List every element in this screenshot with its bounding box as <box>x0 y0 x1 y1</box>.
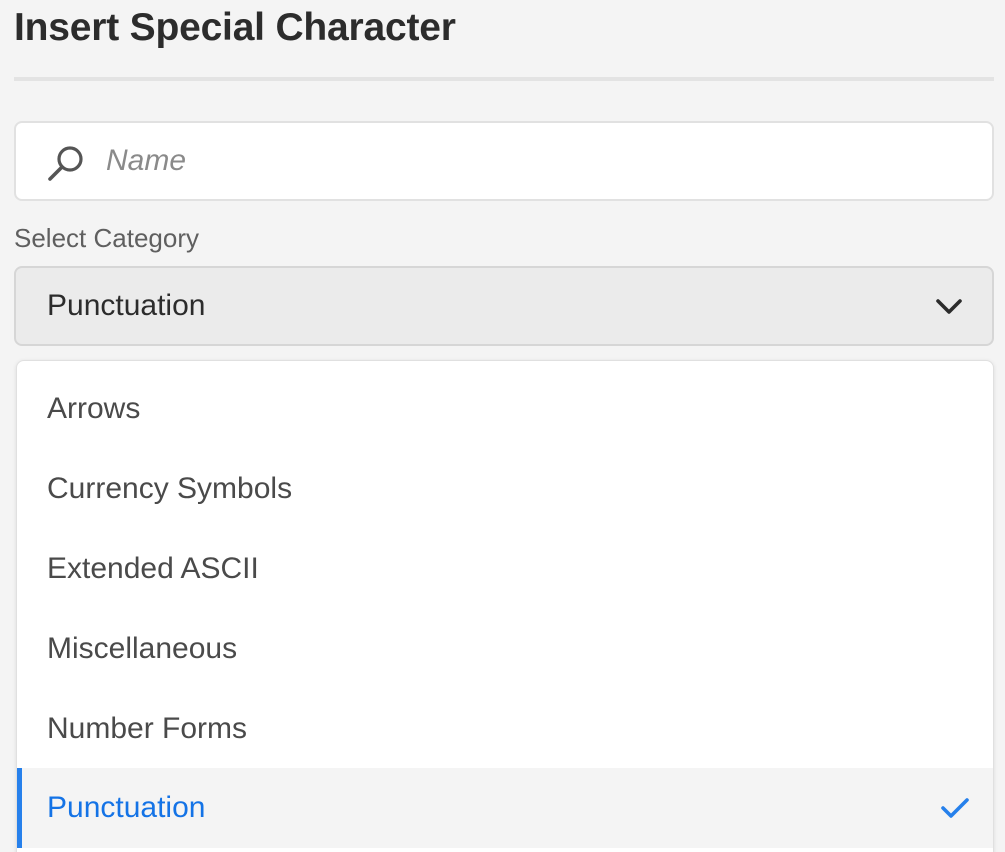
search-icon <box>48 146 83 181</box>
search-field[interactable] <box>14 121 994 201</box>
menu-item-label: Punctuation <box>47 791 206 824</box>
menu-item-extended-ascii[interactable]: Extended ASCII <box>17 529 993 609</box>
category-selected-value: Punctuation <box>47 289 206 322</box>
menu-item-currency-symbols[interactable]: Currency Symbols <box>17 449 993 529</box>
menu-item-number-forms[interactable]: Number Forms <box>17 689 993 769</box>
dialog-title: Insert Special Character <box>14 6 456 49</box>
menu-item-miscellaneous[interactable]: Miscellaneous <box>17 609 993 689</box>
category-select[interactable]: Punctuation <box>14 266 994 346</box>
menu-item-label: Arrows <box>47 392 141 425</box>
menu-item-label: Number Forms <box>47 712 248 745</box>
menu-item-label: Extended ASCII <box>47 552 259 585</box>
chevron-down-icon <box>936 299 962 314</box>
menu-item-label: Miscellaneous <box>47 632 238 665</box>
menu-item-label: Currency Symbols <box>47 472 293 505</box>
title-divider <box>14 77 994 81</box>
checkmark-icon <box>941 798 969 818</box>
menu-item-punctuation[interactable]: Punctuation <box>17 768 993 848</box>
menu-item-arrows[interactable]: Arrows <box>17 369 993 449</box>
category-dropdown-menu: Arrows Currency Symbols Extended ASCII M… <box>16 360 994 852</box>
select-category-label: Select Category <box>14 223 199 253</box>
search-input[interactable] <box>106 123 966 199</box>
selected-indicator-bar <box>17 768 22 848</box>
insert-special-character-dialog: Insert Special Character Select Category… <box>0 0 1005 852</box>
